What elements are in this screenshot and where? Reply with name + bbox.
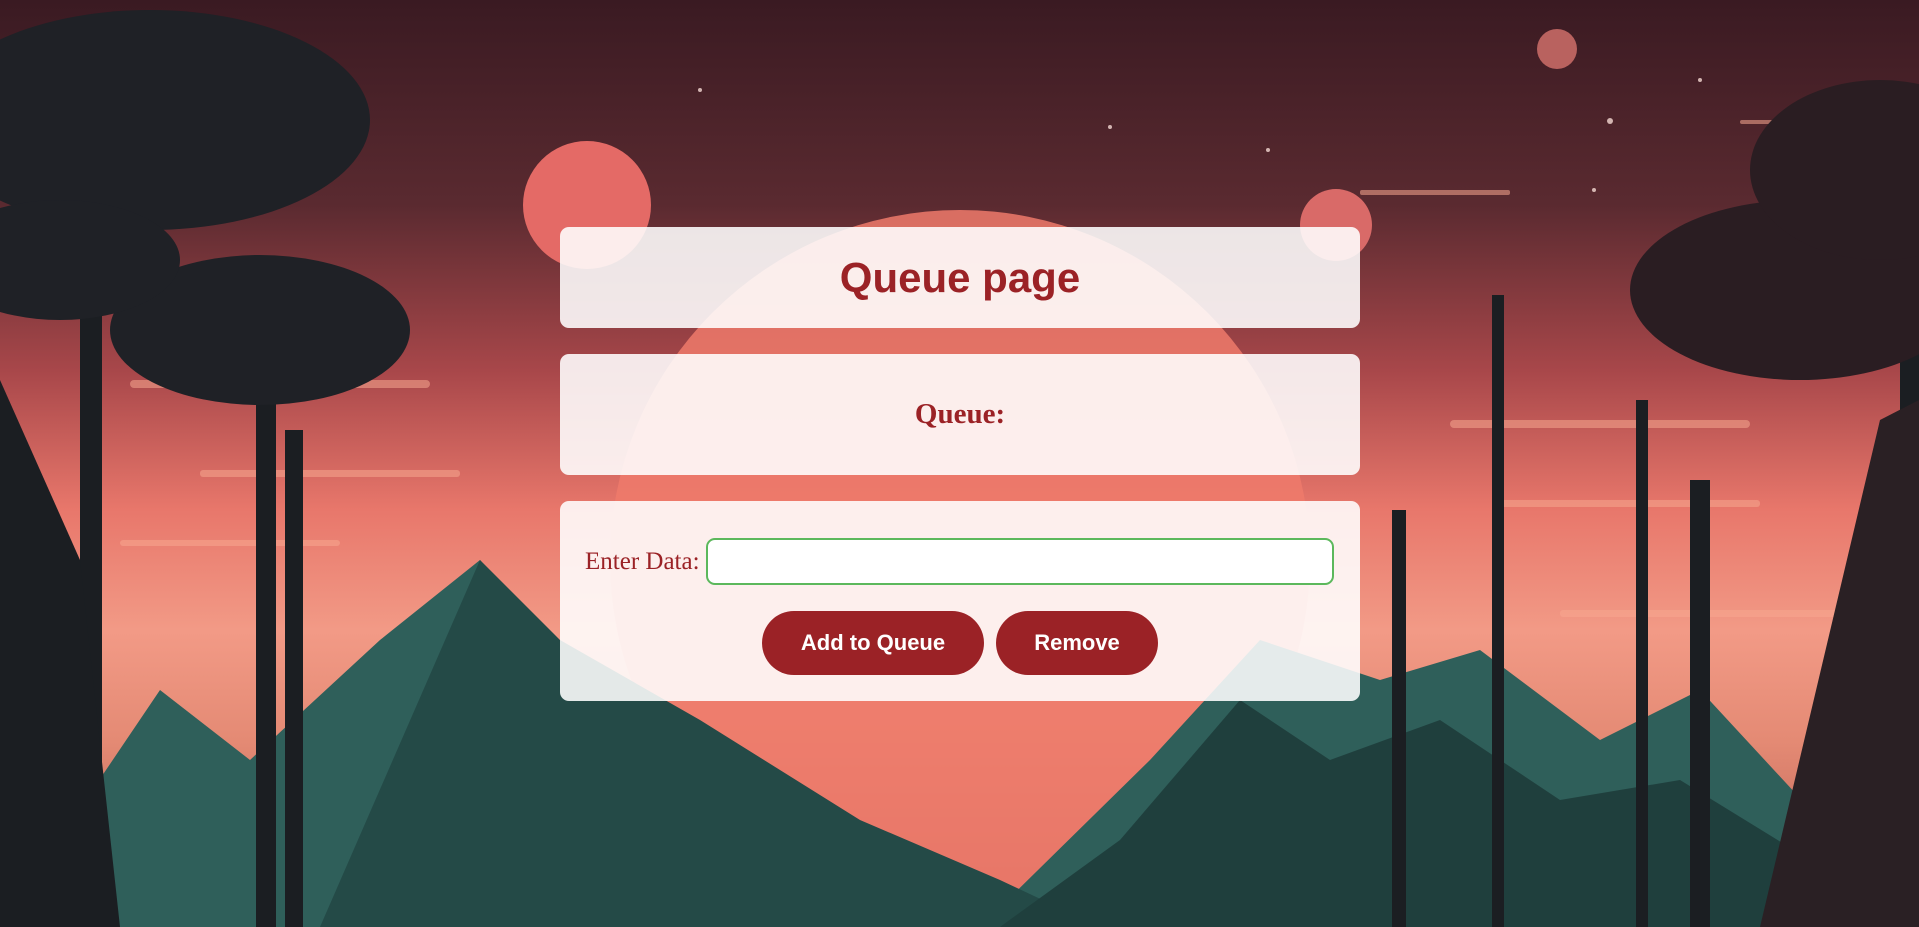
data-input-row: Enter Data:: [585, 538, 1334, 585]
queue-label: Queue:: [914, 398, 1006, 430]
page-title: Queue page: [839, 253, 1081, 301]
title-panel: Queue page: [560, 227, 1360, 328]
button-row: Add to Queue Remove: [560, 611, 1360, 675]
add-to-queue-button[interactable]: Add to Queue: [762, 611, 984, 675]
page-background: Queue page Queue: Enter Data: Add to Que…: [0, 0, 1919, 927]
remove-button[interactable]: Remove: [996, 611, 1158, 675]
queue-form-panel: Enter Data: Add to Queue Remove: [560, 501, 1360, 701]
queue-panel: Queue:: [560, 354, 1360, 475]
enter-data-label: Enter Data:: [585, 547, 700, 575]
data-input[interactable]: [705, 538, 1334, 585]
